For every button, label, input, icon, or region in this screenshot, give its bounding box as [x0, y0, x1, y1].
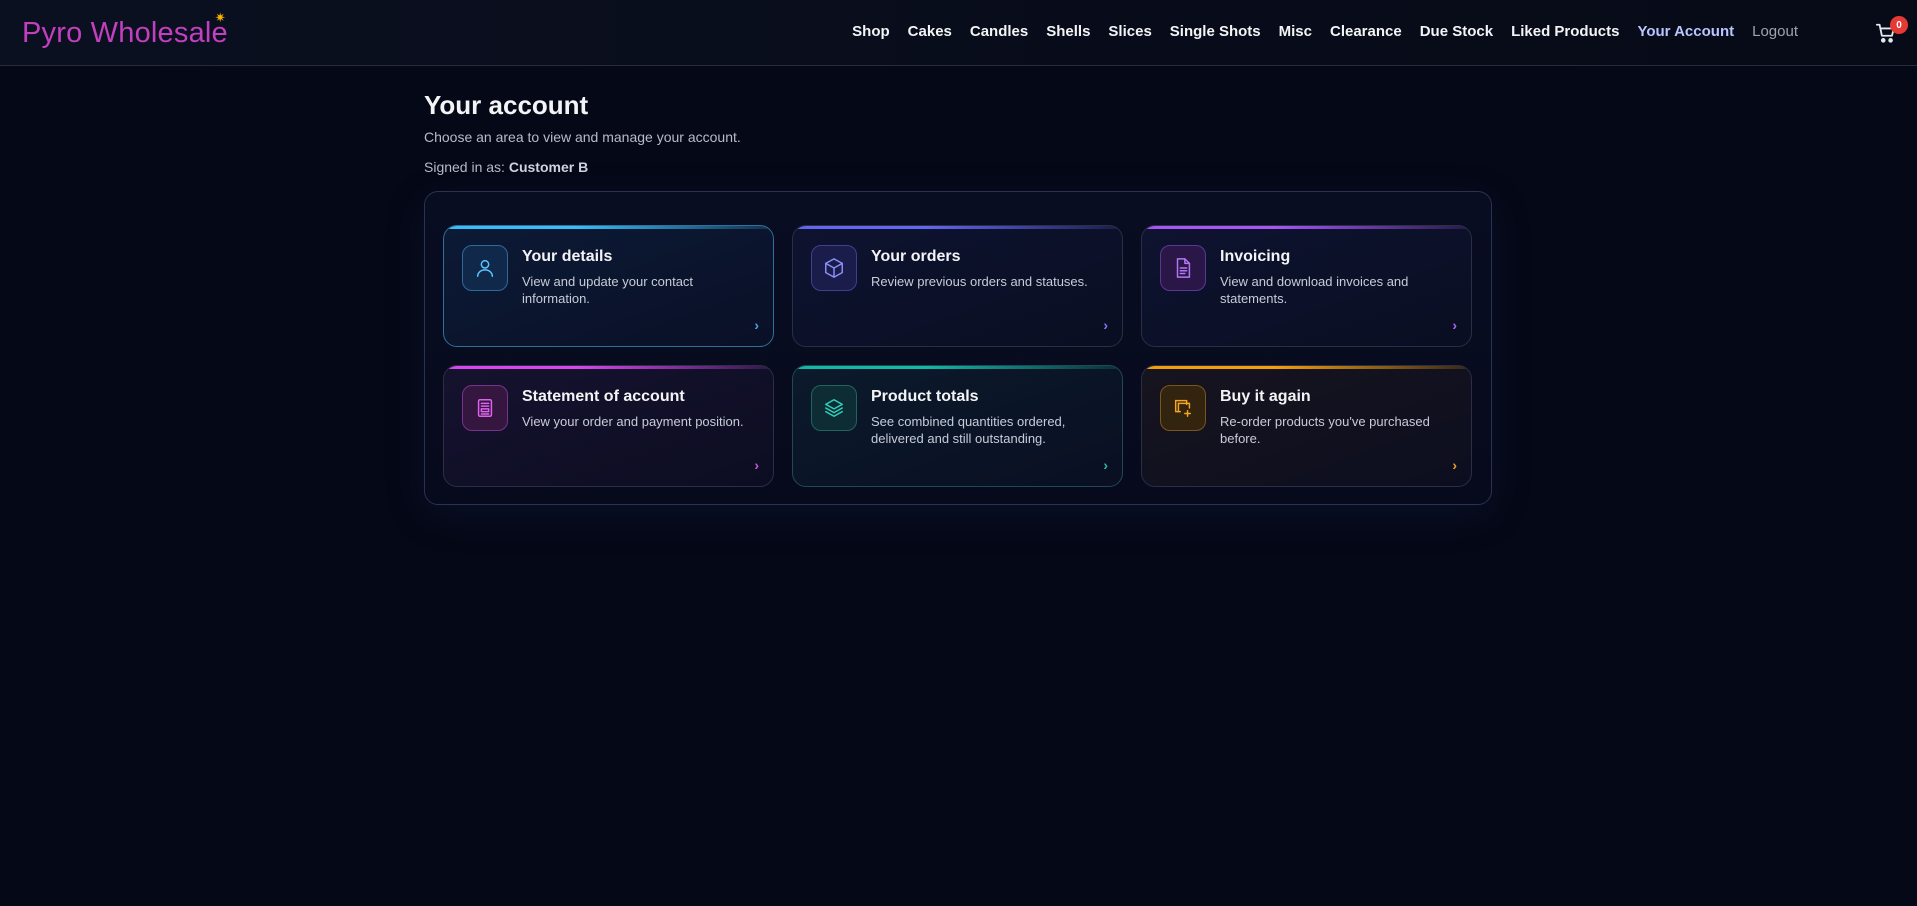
card-accent-line — [1142, 366, 1471, 369]
nav-misc[interactable]: Misc — [1279, 23, 1312, 40]
card-accent-line — [1142, 226, 1471, 229]
layers-icon — [811, 385, 857, 431]
card-title: Product totals — [871, 388, 979, 405]
nav-logout[interactable]: Logout — [1752, 23, 1798, 40]
signed-in-label: Signed in as: — [424, 159, 505, 175]
card-accent-line — [444, 366, 773, 369]
nav-your-account[interactable]: Your Account — [1637, 23, 1734, 40]
card-title: Your orders — [871, 248, 961, 265]
page-subtitle: Choose an area to view and manage your a… — [424, 129, 741, 145]
page-title: Your account — [424, 90, 589, 120]
card-description: Review previous orders and statuses. — [871, 274, 1088, 289]
chevron-right-icon: › — [754, 457, 759, 473]
chevron-right-icon: › — [1452, 457, 1457, 473]
nav-single-shots[interactable]: Single Shots — [1170, 23, 1261, 40]
nav-clearance[interactable]: Clearance — [1330, 23, 1402, 40]
cart-count-badge: 0 — [1890, 16, 1908, 34]
card-description: View and download invoices and statement… — [1220, 274, 1409, 306]
card-title: Your details — [522, 248, 613, 265]
top-navigation-bar: Pyro Wholesale ✷ Shop Cakes Candles Shel… — [0, 0, 1917, 66]
nav-shells[interactable]: Shells — [1046, 23, 1090, 40]
card-description: View and update your contact information… — [522, 274, 694, 306]
card-product-totals[interactable]: Product totals See combined quantities o… — [792, 365, 1123, 487]
card-description: See combined quantities ordered, deliver… — [871, 414, 1066, 446]
card-your-orders[interactable]: Your orders Review previous orders and s… — [792, 225, 1123, 347]
box-icon — [811, 245, 857, 291]
chevron-right-icon: › — [754, 317, 759, 333]
card-title: Statement of account — [522, 388, 685, 405]
card-description: Re-order products you've purchased befor… — [1220, 414, 1430, 446]
card-statement-of-account[interactable]: Statement of account View your order and… — [443, 365, 774, 487]
signed-in-user: Customer B — [508, 159, 589, 175]
nav-cakes[interactable]: Cakes — [908, 23, 952, 40]
nav-slices[interactable]: Slices — [1108, 23, 1151, 40]
card-description: View your order and payment position. — [522, 414, 744, 429]
card-accent-line — [444, 226, 773, 229]
nav-shop[interactable]: Shop — [852, 23, 890, 40]
main-nav: Shop Cakes Candles Shells Slices Single … — [852, 23, 1798, 40]
card-your-details[interactable]: Your details View and update your contac… — [443, 225, 774, 347]
card-title: Buy it again — [1220, 388, 1311, 405]
card-title: Invoicing — [1220, 248, 1291, 265]
site-logo[interactable]: Pyro Wholesale ✷ — [22, 10, 228, 50]
chevron-right-icon: › — [1103, 457, 1108, 473]
nav-candles[interactable]: Candles — [970, 23, 1028, 40]
statement-icon — [462, 385, 508, 431]
signed-in-info: Signed in as: Customer B — [424, 159, 588, 175]
card-buy-it-again[interactable]: Buy it again Re-order products you've pu… — [1141, 365, 1472, 487]
chevron-right-icon: › — [1452, 317, 1457, 333]
nav-liked-products[interactable]: Liked Products — [1511, 23, 1619, 40]
account-options-panel: Your details View and update your contac… — [424, 191, 1492, 505]
sparkle-icon: ✷ — [214, 10, 226, 25]
nav-due-stock[interactable]: Due Stock — [1420, 23, 1493, 40]
user-icon — [462, 245, 508, 291]
chevron-right-icon: › — [1103, 317, 1108, 333]
document-icon — [1160, 245, 1206, 291]
reorder-icon — [1160, 385, 1206, 431]
card-accent-line — [793, 366, 1122, 369]
card-invoicing[interactable]: Invoicing View and download invoices and… — [1141, 225, 1472, 347]
logo-text: Pyro Wholesale — [22, 17, 228, 49]
card-accent-line — [793, 226, 1122, 229]
